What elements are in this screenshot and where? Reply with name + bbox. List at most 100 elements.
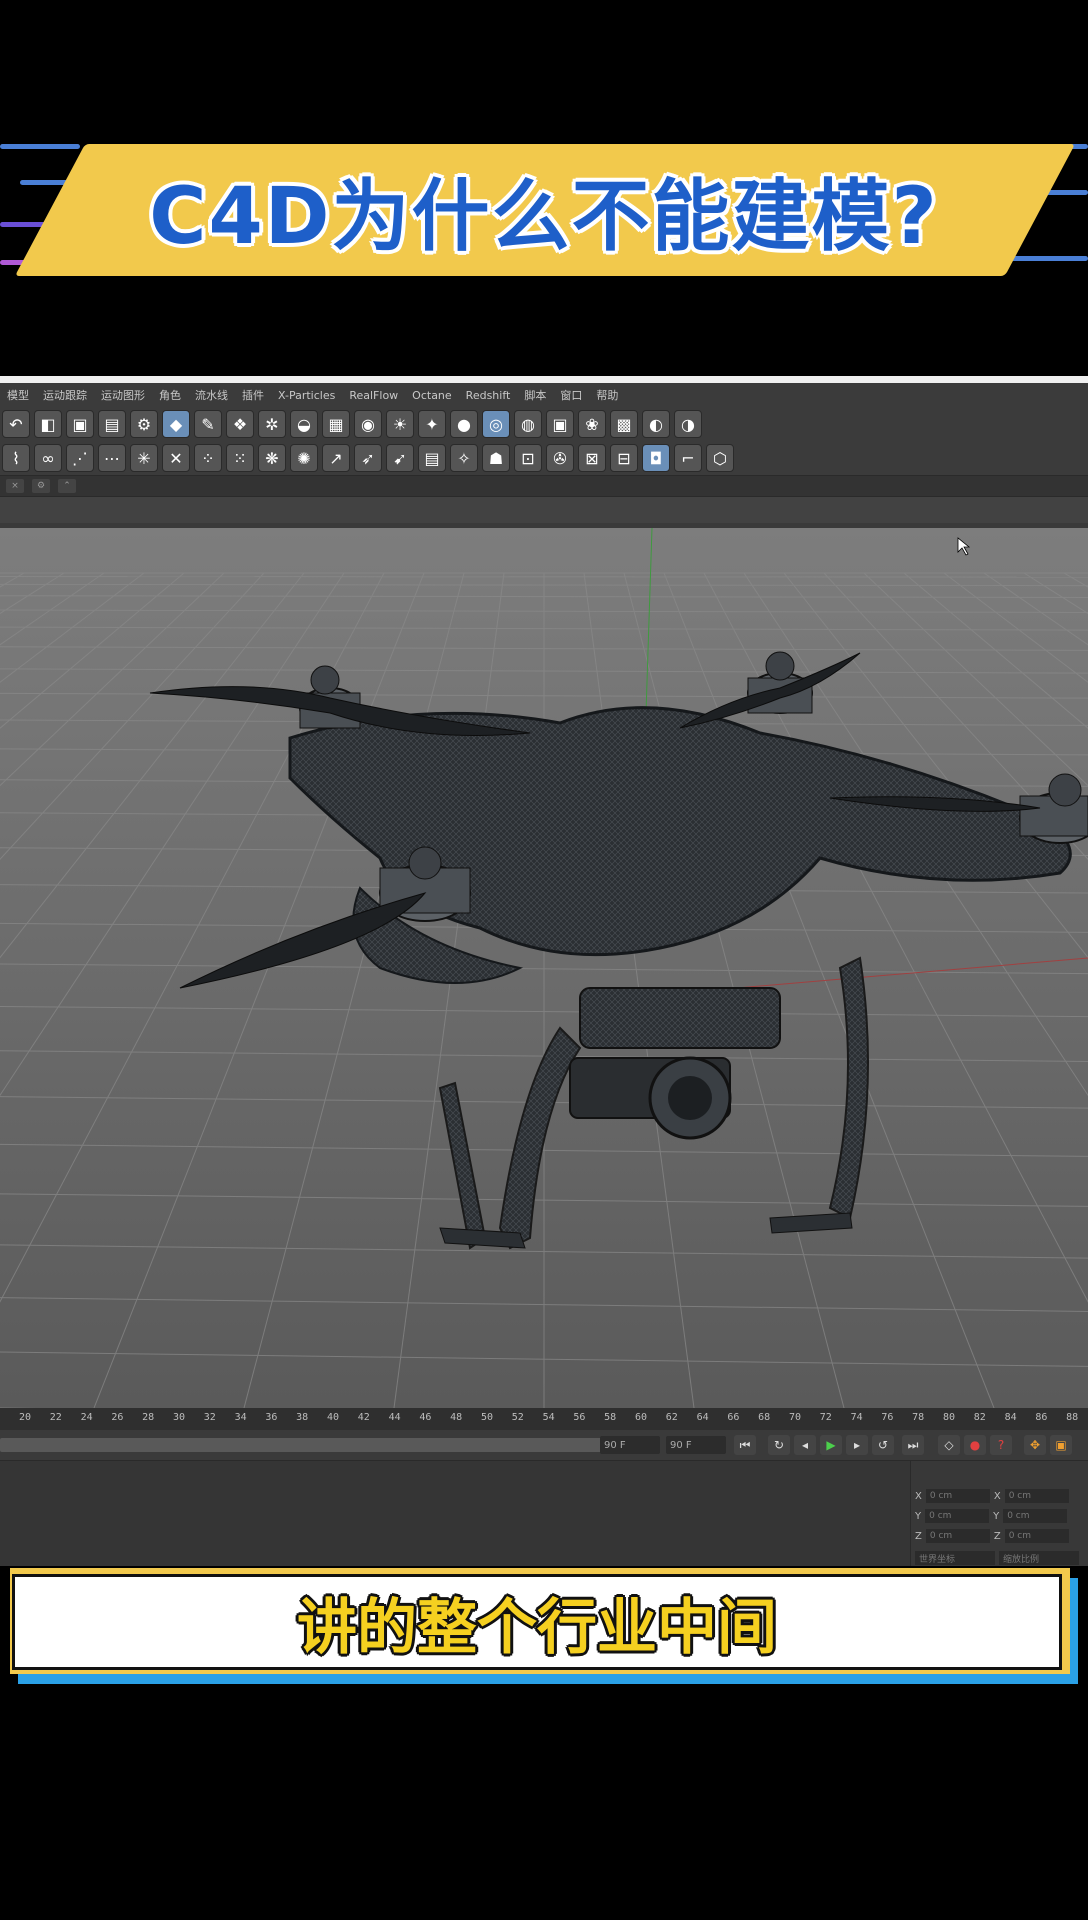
globe-icon[interactable]: ◐ [642,410,670,438]
scene-icon[interactable]: ❀ [578,410,606,438]
sphere-icon[interactable]: ● [450,410,478,438]
push-icon[interactable]: ➹ [386,444,414,472]
floor-icon[interactable]: ▦ [322,410,350,438]
timeline-tick-label: 22 [49,1412,62,1423]
fluid-icon[interactable]: ⊟ [610,444,638,472]
volume-icon[interactable]: ▤ [418,444,446,472]
scale-mode-select[interactable]: 缩放比例 [999,1551,1079,1565]
title-banner: C4D为什么不能建模? [0,130,1088,290]
camera-icon[interactable]: ◉ [354,410,382,438]
timeline-ruler[interactable]: 20 22 24 26 28 30 32 34 36 38 40 42 44 46 48 50 52 54 56 58… [0,1408,1088,1430]
target-icon[interactable]: ◎ [482,410,510,438]
end-frame-field-a[interactable]: 90 F [600,1436,660,1454]
view-tab-gear-icon[interactable]: ⚙ [32,479,50,493]
particles-icon[interactable]: ✧ [450,444,478,472]
menu-item[interactable]: 运动跟踪 [36,387,94,403]
tag-icon[interactable]: ✦ [418,410,446,438]
collider-icon[interactable]: ⊠ [578,444,606,472]
light-icon[interactable]: ☀ [386,410,414,438]
position-field[interactable]: 0 cm [925,1489,990,1503]
prev-key-icon[interactable]: ◂ [794,1435,816,1455]
play-icon[interactable]: ▶ [820,1435,842,1455]
formula-icon[interactable]: ✺ [290,444,318,472]
cloner-icon[interactable]: ∞ [34,444,62,472]
step-icon[interactable]: ↗ [322,444,350,472]
undo-icon[interactable]: ↶ [2,410,30,438]
move-key-icon[interactable]: ✥ [1024,1435,1046,1455]
subdivision-icon[interactable]: ❖ [226,410,254,438]
attractor-icon[interactable]: ✇ [546,444,574,472]
end-frame-field-b[interactable]: 90 F [666,1436,726,1454]
size-field[interactable]: 0 cm [1004,1489,1069,1503]
array-icon[interactable]: ✲ [258,410,286,438]
loop-icon[interactable]: ↻ [768,1435,790,1455]
next-key-icon[interactable]: ▸ [846,1435,868,1455]
autokey-icon[interactable]: ? [990,1435,1012,1455]
timeline-tick-label: 50 [480,1412,494,1423]
axis-label: Y [915,1510,922,1522]
view-tab-close-icon[interactable]: × [6,479,24,493]
menu-item[interactable]: 脚本 [517,387,553,403]
object-icon[interactable]: ◧ [34,410,62,438]
spline-icon[interactable]: ⌇ [2,444,30,472]
coord-mode-select[interactable]: 世界坐标 [915,1551,995,1565]
octane-icon[interactable]: ⬡ [706,444,734,472]
repeat-icon[interactable]: ↺ [872,1435,894,1455]
timeline-tick-label: 28 [142,1412,155,1423]
render-view-icon[interactable]: ▣ [66,410,94,438]
timeline-tick-label: 62 [665,1412,678,1423]
3d-viewport[interactable] [0,528,1088,1408]
render-picture-icon[interactable]: ▤ [98,410,126,438]
menu-item[interactable]: 角色 [152,387,188,403]
go-to-end-icon[interactable]: ⏭ [902,1435,924,1455]
render-settings-icon[interactable]: ⚙ [130,410,158,438]
timeline-tick-label: 34 [234,1412,247,1423]
texture-icon[interactable]: ▣ [546,410,574,438]
keyframe-icon[interactable]: ◇ [938,1435,960,1455]
go-to-start-icon[interactable]: ⏮ [734,1435,756,1455]
c4d-window: 模型 运动跟踪 运动图形 角色 流水线 插件 X-Particles RealFlow Octa… [0,376,1088,1566]
deformer-icon[interactable]: ◒ [290,410,318,438]
toolbar-secondary: ⌇ ∞ ⋰ ⋯ ✳ ✕ ⁘ ⁙ ❋ ✺ ↗ ➶ ➹ ▤ ✧ ☗ ⊡ ✇ ⊠ ⊟ … [0,441,1088,475]
matrix-icon[interactable]: ⋯ [98,444,126,472]
character-icon[interactable]: ☗ [482,444,510,472]
fracture-icon[interactable]: ⋰ [66,444,94,472]
timeline-tick-label: 58 [604,1412,617,1423]
menu-item[interactable]: 窗口 [553,387,589,403]
cube-icon[interactable]: ◆ [162,410,190,438]
realflow-icon[interactable]: ◘ [642,444,670,472]
tracer-icon[interactable]: ✳ [130,444,158,472]
voronoi-icon[interactable]: ⁙ [226,444,254,472]
menu-item[interactable]: 帮助 [589,387,625,403]
menu-item[interactable]: Redshift [459,389,518,402]
record-icon[interactable]: ● [964,1435,986,1455]
delay-icon[interactable]: ➶ [354,444,382,472]
globe2-icon[interactable]: ◑ [674,410,702,438]
timeline-tick-label: 72 [819,1412,832,1423]
view-tab-arrow-icon[interactable]: ⌃ [58,479,76,493]
material-icon[interactable]: ◍ [514,410,542,438]
frame-range-slider[interactable] [0,1438,660,1452]
emitter-icon[interactable]: ⊡ [514,444,542,472]
menu-item[interactable]: RealFlow [342,389,405,402]
menu-item[interactable]: 流水线 [188,387,235,403]
pen-icon[interactable]: ✎ [194,410,222,438]
grid-icon[interactable]: ▩ [610,410,638,438]
size-field[interactable]: 0 cm [1003,1509,1068,1523]
menu-item[interactable]: X-Particles [271,389,342,402]
scale-key-icon[interactable]: ▣ [1050,1435,1072,1455]
menu-item[interactable]: 运动图形 [94,387,152,403]
coordinates-panel: X0 cm X 0 cm Y 0 cm Y 0 cm Z 0 cm Z 0 cm 世界坐标 缩放比例 [910,1461,1088,1566]
menu-item[interactable]: 模型 [0,387,36,403]
pipe-icon[interactable]: ⌐ [674,444,702,472]
effector-icon[interactable]: ✕ [162,444,190,472]
menu-item[interactable]: Octane [405,389,459,402]
random-icon[interactable]: ⁘ [194,444,222,472]
axis-label: Y [993,1510,1000,1522]
position-field[interactable]: 0 cm [925,1509,990,1523]
axis-label: Z [915,1530,922,1542]
size-field[interactable]: 0 cm [1004,1529,1069,1543]
position-field[interactable]: 0 cm [925,1529,990,1543]
menu-item[interactable]: 插件 [235,387,271,403]
shader-icon[interactable]: ❋ [258,444,286,472]
